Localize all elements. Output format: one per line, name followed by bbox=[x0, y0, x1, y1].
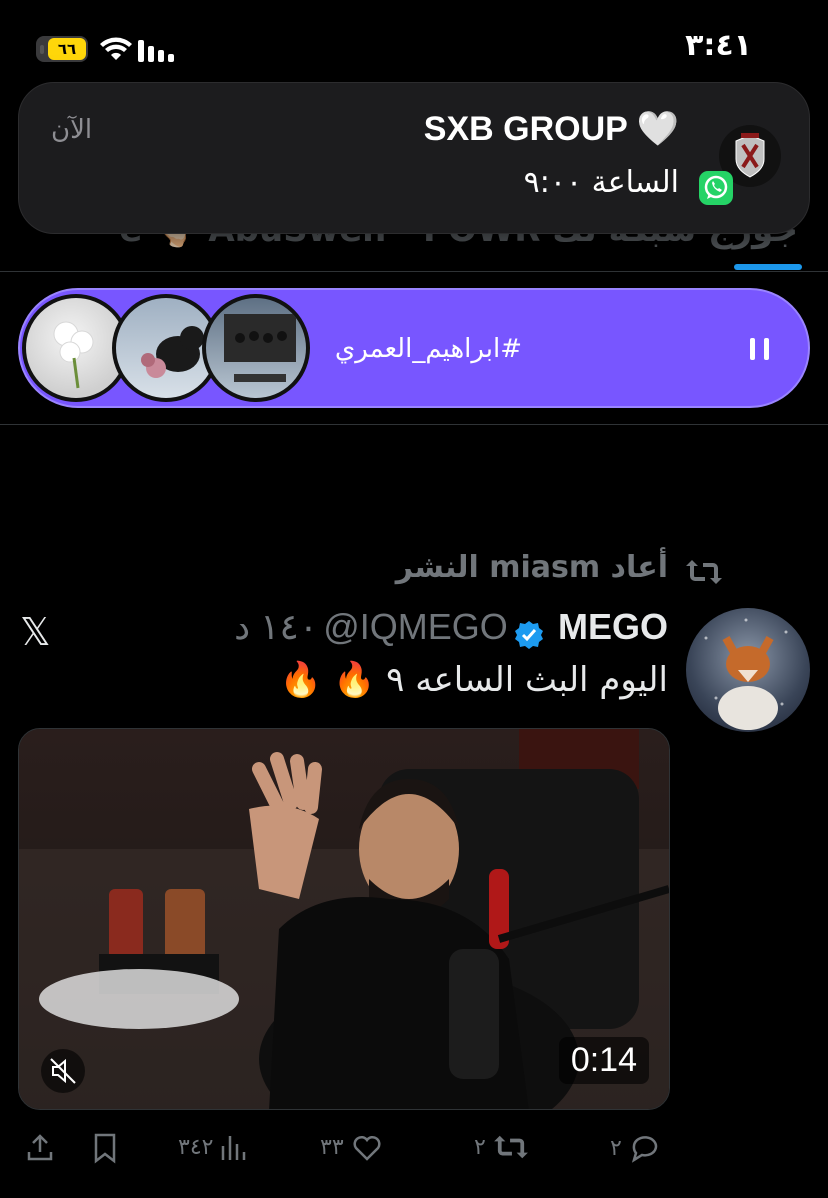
share-button[interactable] bbox=[24, 1132, 56, 1164]
views-icon bbox=[222, 1136, 246, 1160]
space-title: #ابراهيم_العمري bbox=[334, 334, 522, 364]
space-host-avatar-3 bbox=[202, 294, 310, 402]
status-bar: ٦٦ ٣:٤١ bbox=[0, 0, 828, 80]
pause-icon[interactable] bbox=[742, 330, 778, 370]
author-avatar[interactable] bbox=[686, 608, 810, 732]
notification-time: الآن bbox=[51, 115, 93, 145]
bookmark-button[interactable] bbox=[90, 1132, 120, 1164]
video-duration: 0:14 bbox=[558, 1037, 649, 1084]
reply-icon bbox=[631, 1136, 657, 1163]
notification-title: SXB GROUP 🤍 bbox=[424, 109, 679, 149]
tweet-actions: ٣٤٢ ٣٣ ٢ ٢ bbox=[0, 1128, 828, 1178]
divider bbox=[0, 424, 828, 425]
whatsapp-icon bbox=[699, 171, 733, 205]
verified-icon bbox=[514, 620, 543, 649]
likes-count: ٣٣ bbox=[320, 1134, 344, 1160]
notification-body: الساعة ٩:٠٠ bbox=[523, 165, 679, 200]
author-handle[interactable]: @IQMEGO bbox=[323, 606, 508, 647]
tweet-age: ١٤٠ د bbox=[234, 606, 319, 647]
replies-count: ٢ bbox=[610, 1135, 622, 1161]
clock: ٣:٤١ bbox=[685, 28, 752, 63]
retweets-count: ٢ bbox=[474, 1134, 486, 1160]
tweet-body: اليوم البث الساعه ٩ bbox=[386, 660, 668, 700]
retweet-button[interactable]: ٢ bbox=[474, 1132, 530, 1162]
tweet-video[interactable]: 0:14 bbox=[18, 728, 670, 1110]
retweeted-by[interactable]: أعاد miasm النشر bbox=[396, 550, 668, 585]
wifi-icon bbox=[100, 37, 132, 60]
retweet-icon bbox=[686, 560, 722, 584]
tweet-text: اليوم البث الساعه ٩ 🔥 🔥 bbox=[280, 660, 668, 700]
notification-app-name: SXB GROUP bbox=[423, 110, 628, 148]
views-button[interactable]: ٣٤٢ bbox=[178, 1132, 249, 1162]
views-count: ٣٤٢ bbox=[178, 1134, 214, 1160]
mute-icon[interactable] bbox=[41, 1049, 85, 1093]
share-icon bbox=[27, 1134, 53, 1161]
signal-icon bbox=[138, 40, 174, 62]
retweet-action-icon bbox=[493, 1135, 528, 1159]
tweet-author-line[interactable]: ١٤٠ د @IQMEGO MEGO bbox=[234, 606, 668, 651]
like-button[interactable]: ٣٣ bbox=[320, 1132, 384, 1162]
like-icon bbox=[353, 1135, 381, 1161]
author-name[interactable]: MEGO bbox=[558, 606, 668, 647]
fire-emojis: 🔥 🔥 bbox=[279, 660, 376, 700]
battery-level: ٦٦ bbox=[48, 38, 86, 60]
bookmark-icon bbox=[94, 1133, 116, 1164]
white-heart-icon: 🤍 bbox=[636, 110, 679, 148]
x-logo-icon[interactable]: 𝕏 bbox=[20, 610, 51, 654]
notification-banner[interactable]: الآن SXB GROUP 🤍 الساعة ٩:٠٠ bbox=[18, 82, 810, 234]
battery-icon: ٦٦ bbox=[36, 36, 88, 62]
reply-button[interactable]: ٢ bbox=[610, 1132, 662, 1164]
active-tab-indicator bbox=[734, 264, 802, 270]
space-player[interactable]: #ابراهيم_العمري bbox=[18, 288, 810, 408]
